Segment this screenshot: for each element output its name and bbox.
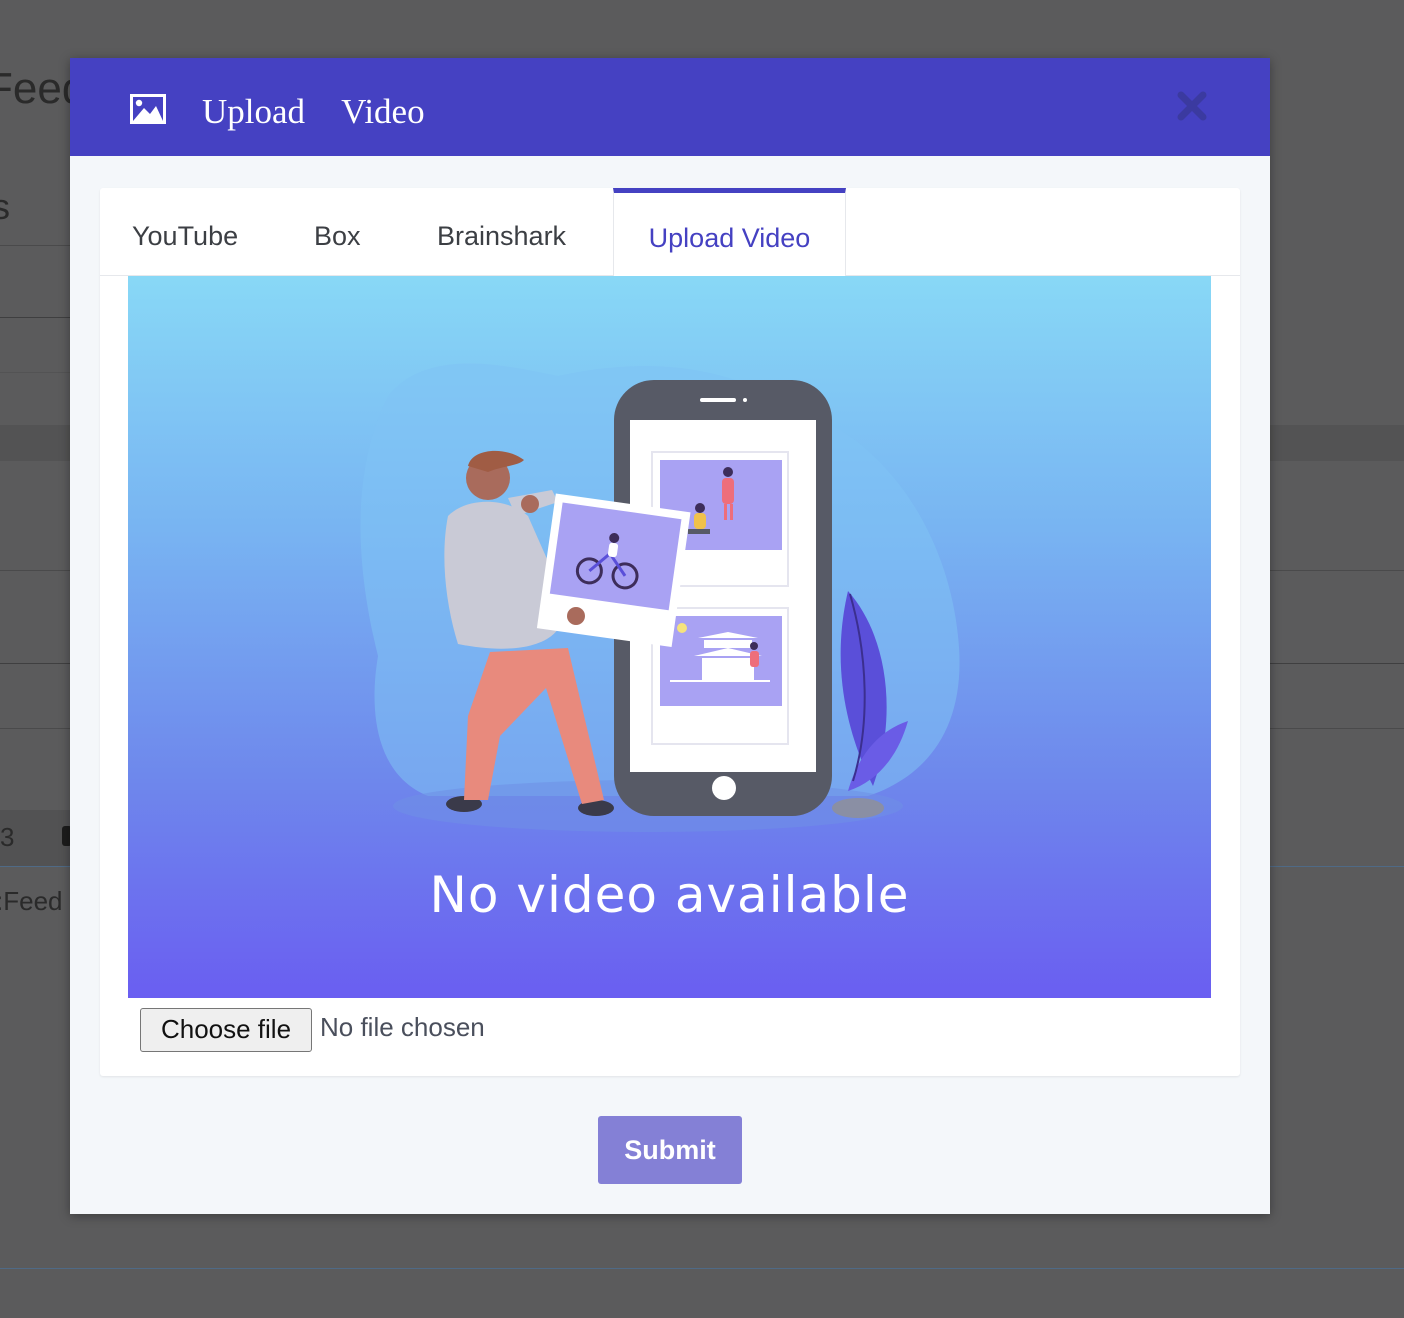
file-status-text: No file chosen	[320, 1012, 485, 1042]
upload-video-modal: Upload Video YouTube Box Brainshark Uplo…	[70, 58, 1270, 1214]
video-preview: No video available	[128, 276, 1211, 998]
close-icon[interactable]	[1174, 88, 1210, 124]
image-icon	[130, 94, 166, 124]
bg-subheading-fragment: s	[0, 186, 10, 227]
tab-youtube[interactable]: YouTube	[132, 188, 238, 276]
tab-brainshark[interactable]: Brainshark	[437, 188, 566, 276]
upload-card: YouTube Box Brainshark Upload Video No v…	[100, 188, 1240, 1076]
source-tabs: YouTube Box Brainshark Upload Video	[100, 188, 1240, 277]
modal-title: Upload Video	[202, 92, 425, 131]
tab-upload-video[interactable]: Upload Video	[613, 188, 846, 277]
modal-header: Upload Video	[70, 58, 1270, 156]
bg-number-fragment: 3	[0, 822, 15, 852]
bg-feed-fragment: :Feed	[0, 886, 63, 916]
tab-box[interactable]: Box	[314, 188, 361, 276]
choose-file-button[interactable]: Choose file	[140, 1008, 312, 1052]
submit-button[interactable]: Submit	[598, 1116, 742, 1184]
no-video-message: No video available	[429, 866, 910, 924]
bg-bottom-line	[0, 1268, 1404, 1269]
